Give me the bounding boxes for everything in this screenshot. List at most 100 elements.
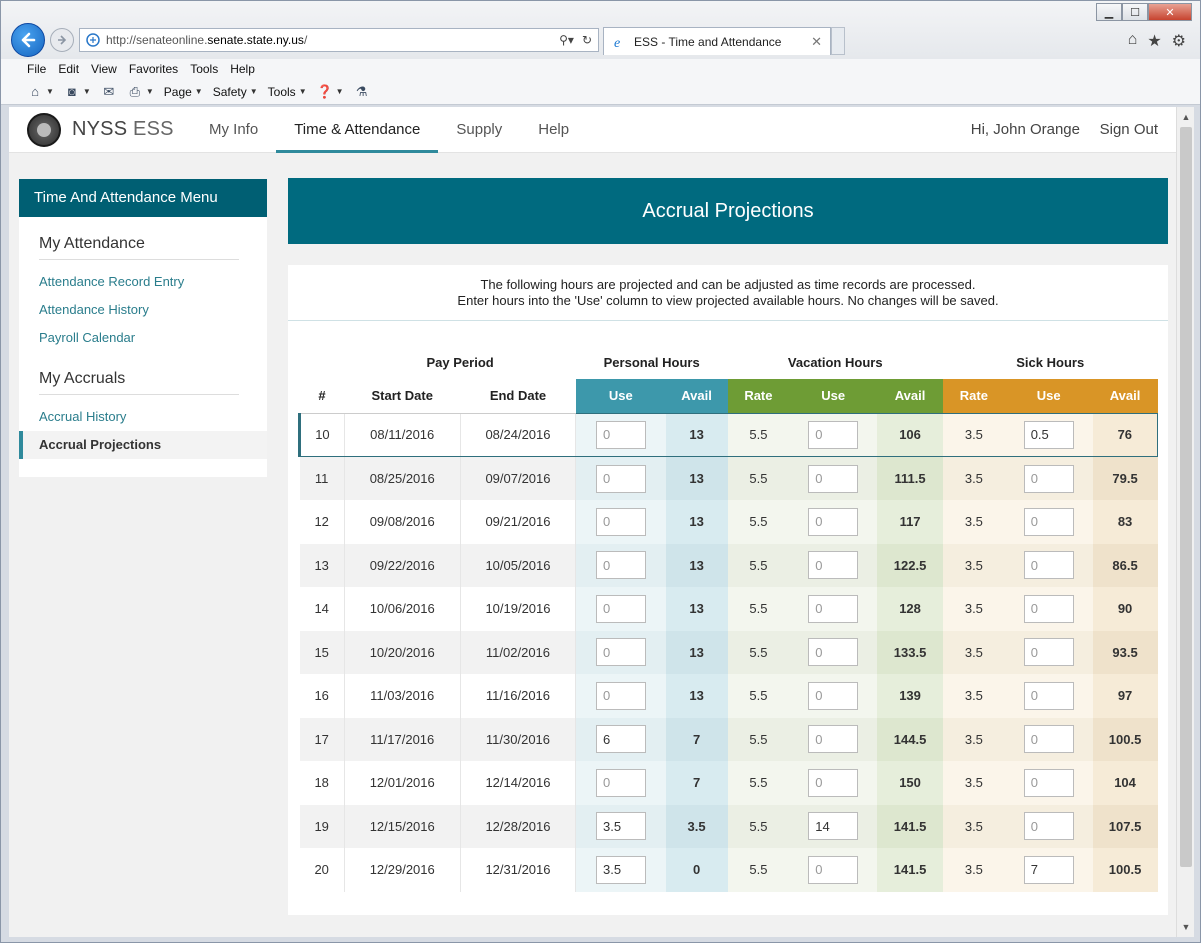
page-title: Accrual Projections — [288, 178, 1168, 244]
menu-file[interactable]: File — [27, 62, 46, 76]
mail-button[interactable]: ✉ — [101, 84, 117, 100]
tools-menu[interactable]: Tools ▼ — [268, 85, 307, 99]
vacation-use-input[interactable] — [808, 855, 859, 884]
nav-supply[interactable]: Supply — [438, 107, 520, 153]
nav-my-info[interactable]: My Info — [191, 107, 276, 153]
vacation-use-input[interactable] — [808, 725, 859, 754]
address-bar[interactable]: http://senateonline.senate.state.ny.us/ … — [79, 28, 599, 52]
minimize-button[interactable]: ▁ — [1096, 3, 1122, 21]
personal-use-input[interactable] — [596, 681, 646, 710]
address-url[interactable]: http://senateonline.senate.state.ny.us/ — [106, 33, 559, 47]
col-vacation-rate: Rate — [727, 379, 790, 413]
close-window-button[interactable]: ✕ — [1148, 3, 1192, 21]
app-header: NYSS ESS My Info Time & Attendance Suppl… — [9, 107, 1176, 153]
sick-use-input[interactable] — [1023, 768, 1074, 797]
app-brand[interactable]: NYSS ESS — [72, 118, 174, 141]
search-icon[interactable]: ⚲▾ — [559, 33, 574, 47]
maximize-button[interactable]: ☐ — [1122, 3, 1148, 21]
vacation-rate: 5.5 — [727, 587, 790, 631]
sick-use-input[interactable] — [1023, 812, 1074, 841]
page-menu[interactable]: Page ▼ — [164, 85, 203, 99]
vacation-use-input[interactable] — [808, 812, 859, 841]
personal-use-input[interactable] — [596, 420, 646, 449]
nav-help[interactable]: Help — [520, 107, 587, 153]
menu-favorites[interactable]: Favorites — [129, 62, 178, 76]
menu-edit[interactable]: Edit — [58, 62, 79, 76]
home-button[interactable]: ⌂ ▼ — [27, 84, 54, 100]
sign-out-link[interactable]: Sign Out — [1100, 121, 1158, 138]
back-button[interactable] — [11, 23, 45, 57]
personal-avail: 13 — [665, 587, 728, 631]
row-number: 15 — [299, 630, 345, 674]
scroll-thumb[interactable] — [1180, 127, 1192, 867]
sick-use-input[interactable] — [1023, 507, 1074, 536]
sick-rate: 3.5 — [942, 761, 1005, 805]
sick-avail: 100.5 — [1092, 717, 1158, 761]
sick-rate: 3.5 — [942, 500, 1005, 544]
sidebar-item-accrual-history[interactable]: Accrual History — [19, 403, 267, 431]
personal-use-input[interactable] — [596, 507, 646, 536]
sick-use-input[interactable] — [1023, 725, 1074, 754]
vacation-avail: 150 — [877, 761, 943, 805]
vacation-use-input[interactable] — [808, 638, 859, 667]
vacation-use-input[interactable] — [808, 507, 859, 536]
menu-tools[interactable]: Tools — [190, 62, 218, 76]
vacation-use-input[interactable] — [808, 420, 859, 449]
vacation-use-input[interactable] — [808, 594, 859, 623]
sick-use-input[interactable] — [1023, 594, 1074, 623]
scroll-down-icon[interactable]: ▼ — [1177, 919, 1195, 935]
sick-use-input[interactable] — [1023, 464, 1074, 493]
sick-use-input[interactable] — [1023, 855, 1074, 884]
sick-use-input[interactable] — [1023, 638, 1074, 667]
vacation-use-input[interactable] — [808, 551, 859, 580]
window-controls: ▁ ☐ ✕ — [1096, 3, 1192, 21]
home-icon[interactable]: ⌂ — [1128, 31, 1138, 51]
vacation-use-input[interactable] — [808, 464, 859, 493]
personal-use-input[interactable] — [596, 594, 646, 623]
end-date: 12/14/2016 — [460, 761, 577, 805]
research-button[interactable]: ⚗ — [354, 84, 370, 100]
page-scrollbar[interactable]: ▲ ▼ — [1176, 107, 1194, 937]
scroll-up-icon[interactable]: ▲ — [1177, 109, 1195, 125]
personal-use-input[interactable] — [596, 812, 646, 841]
sidebar-item-payroll-calendar[interactable]: Payroll Calendar — [19, 324, 267, 352]
nav-time-attendance[interactable]: Time & Attendance — [276, 107, 439, 153]
personal-use-input[interactable] — [596, 638, 646, 667]
vacation-use-cell — [789, 630, 878, 674]
close-tab-icon[interactable]: ✕ — [811, 34, 822, 50]
personal-use-input[interactable] — [596, 768, 646, 797]
projection-notice: The following hours are projected and ca… — [288, 265, 1168, 321]
personal-avail: 3.5 — [665, 804, 728, 848]
personal-use-input[interactable] — [596, 551, 646, 580]
personal-use-input[interactable] — [596, 464, 646, 493]
end-date: 12/28/2016 — [460, 804, 577, 848]
sidebar-item-attendance-history[interactable]: Attendance History — [19, 296, 267, 324]
menu-view[interactable]: View — [91, 62, 117, 76]
end-date: 10/05/2016 — [460, 543, 577, 587]
personal-use-input[interactable] — [596, 725, 646, 754]
start-date: 11/03/2016 — [344, 674, 461, 718]
feeds-button[interactable]: ◙ ▼ — [64, 84, 91, 100]
sick-use-input[interactable] — [1023, 681, 1074, 710]
sick-use-input[interactable] — [1023, 420, 1074, 449]
settings-gear-icon[interactable]: ⚙ — [1172, 31, 1186, 51]
svg-text:e: e — [614, 36, 620, 50]
print-button[interactable]: ⎙ ▼ — [127, 84, 154, 100]
favorites-star-icon[interactable]: ★ — [1147, 31, 1161, 51]
sidebar-item-attendance-record-entry[interactable]: Attendance Record Entry — [19, 268, 267, 296]
vacation-use-input[interactable] — [808, 768, 859, 797]
end-date: 09/07/2016 — [460, 456, 577, 500]
new-tab-button[interactable] — [831, 27, 845, 55]
menu-help[interactable]: Help — [230, 62, 255, 76]
forward-button[interactable] — [50, 28, 74, 52]
personal-use-input[interactable] — [596, 855, 646, 884]
browser-tab[interactable]: e ESS - Time and Attendance ✕ — [603, 27, 831, 55]
header-personal-hours: Personal Hours — [603, 354, 700, 370]
sidebar-item-accrual-projections[interactable]: Accrual Projections — [19, 431, 267, 459]
tab-title: ESS - Time and Attendance — [634, 34, 782, 49]
vacation-use-input[interactable] — [808, 681, 859, 710]
sick-use-input[interactable] — [1023, 551, 1074, 580]
help-button[interactable]: ❓ ▼ — [317, 84, 344, 100]
refresh-icon[interactable]: ↻ — [582, 33, 592, 47]
safety-menu[interactable]: Safety ▼ — [213, 85, 258, 99]
